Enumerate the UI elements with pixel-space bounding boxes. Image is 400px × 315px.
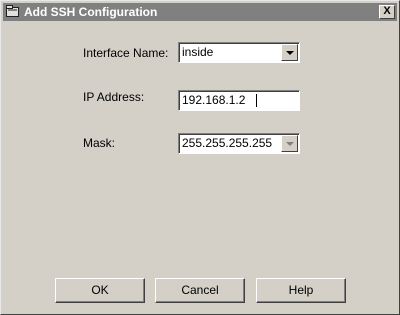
title-bar[interactable]: Add SSH Configuration X [3,3,397,21]
text-caret [256,94,257,107]
ip-address-field[interactable]: 192.168.1.2 [178,90,300,111]
interface-name-label: Interface Name: [83,46,169,60]
ip-address-label: IP Address: [83,90,145,104]
mask-value: 255.255.255.255 [182,136,273,150]
chevron-down-icon [286,51,294,55]
add-ssh-configuration-dialog: Add SSH Configuration X Interface Name: … [0,0,400,315]
mask-label: Mask: [83,136,116,150]
interface-name-select[interactable]: inside [178,42,300,63]
folder-icon [6,5,19,17]
cancel-button[interactable]: Cancel [155,278,245,303]
chevron-down-icon [286,142,294,146]
close-button[interactable]: X [379,5,395,19]
interface-name-dropdown-button[interactable] [281,44,298,61]
help-button[interactable]: Help [256,278,346,303]
ok-button[interactable]: OK [55,278,145,303]
mask-dropdown-button[interactable] [281,135,298,152]
close-icon: X [383,5,391,17]
dialog-title: Add SSH Configuration [24,5,158,19]
mask-select[interactable]: 255.255.255.255 [178,133,300,154]
interface-name-value: inside [182,45,214,59]
ip-address-value: 192.168.1.2 [182,93,246,107]
